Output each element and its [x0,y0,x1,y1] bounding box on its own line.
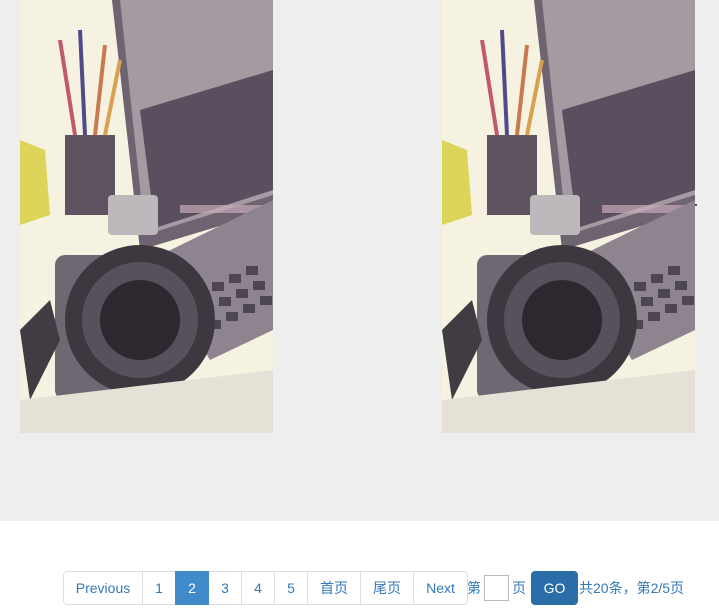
pagination-summary: 共20条，第2/5页 [579,580,685,596]
previous-page-button[interactable]: Previous [63,571,143,605]
first-page-button[interactable]: 首页 [307,571,361,605]
jump-prefix-label: 第 [467,580,481,596]
page-button-2-current[interactable]: 2 [175,571,209,605]
edge-mark [695,204,697,206]
gallery-image-1[interactable] [20,0,273,433]
page-jump: 第 页 GO 共20条，第2/5页 [467,571,684,605]
go-button[interactable]: GO [531,571,578,605]
page-button-5[interactable]: 5 [274,571,308,605]
gallery-image-2[interactable] [442,0,695,433]
page-button-4[interactable]: 4 [241,571,275,605]
camera-laptop-photo [442,0,695,433]
page-button-3[interactable]: 3 [208,571,242,605]
jump-suffix-label: 页 [512,580,526,596]
last-page-button[interactable]: 尾页 [360,571,414,605]
pagination: Previous 1 2 3 4 5 首页 尾页 Next [63,571,468,605]
page-button-1[interactable]: 1 [142,571,176,605]
next-page-button[interactable]: Next [413,571,468,605]
image-gallery [0,0,719,521]
page-number-input[interactable] [484,575,509,601]
camera-laptop-photo [20,0,273,433]
